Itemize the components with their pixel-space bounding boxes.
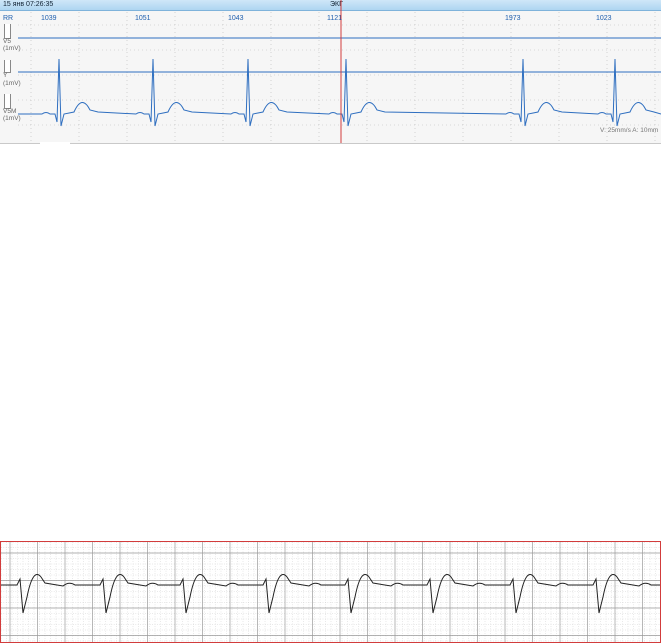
lead-gain: (1mV) <box>3 80 21 87</box>
rr-interval: 1973 <box>505 15 521 22</box>
calibration-mark <box>4 94 11 109</box>
ecg-viewer-panel[interactable]: 15 янв 07:26:35 ЭКГ RR 1039 1051 1043 11… <box>0 0 661 144</box>
rr-header: RR <box>3 15 14 22</box>
rr-interval: 1023 <box>596 15 612 22</box>
lead-name: Y <box>3 72 8 79</box>
lead-name: V5 <box>3 38 11 45</box>
panel-tab[interactable] <box>40 142 70 146</box>
rr-interval: 1043 <box>228 15 244 22</box>
scale-note: V: 25mm/s A: 10mm <box>600 127 659 134</box>
strip-grid-minor <box>1 542 660 642</box>
rhythm-strip[interactable] <box>0 541 661 643</box>
rr-interval: 1039 <box>41 15 57 22</box>
rhythm-strip-canvas <box>1 542 660 642</box>
rr-interval: 1121 <box>327 15 343 22</box>
lead-gain: (1mV) <box>3 115 21 122</box>
calibration-mark <box>4 24 11 39</box>
rr-interval: 1051 <box>135 15 151 22</box>
ecg-trace <box>18 58 661 127</box>
lead-name: V5M <box>3 108 17 115</box>
lead-gain: (1mV) <box>3 45 21 52</box>
viewer-grid <box>18 12 661 143</box>
